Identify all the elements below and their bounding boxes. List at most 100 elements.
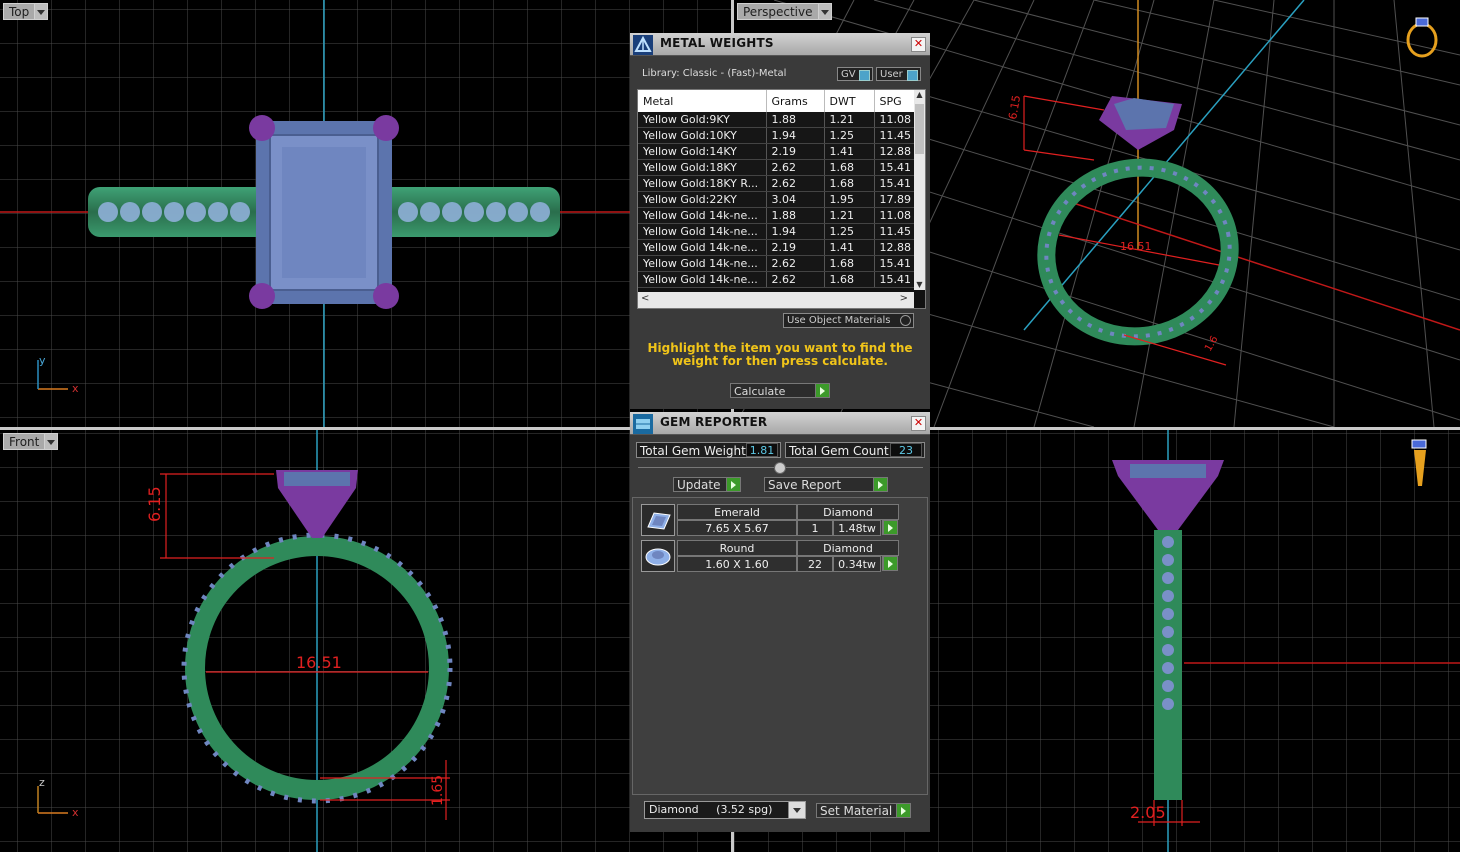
close-icon[interactable]: ✕ [911, 37, 926, 52]
grams-cell: 2.62 [766, 175, 825, 192]
metal-row[interactable]: Yellow Gold:18KY 2.62 1.68 15.41 [638, 159, 915, 176]
chevron-down-icon[interactable] [35, 3, 49, 20]
gem-reporter-icon [633, 414, 653, 434]
gv-toggle[interactable]: GV [837, 67, 873, 81]
gem-list: Emerald Diamond 7.65 X 5.67 1 1.48tw Rou… [632, 497, 928, 795]
chevron-down-icon[interactable] [788, 802, 805, 818]
ring-nav-icon[interactable] [1406, 17, 1438, 58]
calculate-label: Calculate [734, 385, 786, 398]
metal-table-container[interactable]: Metal Grams DWT SPG Yellow Gold:9KY 1.88 1… [637, 89, 926, 309]
column-header-dwt[interactable]: DWT [824, 90, 875, 112]
vertical-scrollbar[interactable]: ▲ ▼ [914, 90, 925, 290]
save-report-button[interactable]: Save Report [764, 477, 888, 492]
metal-row[interactable]: Yellow Gold:22KY 3.04 1.95 17.89 [638, 191, 915, 208]
toggle-switch-icon [859, 70, 870, 81]
toggle-switch-icon [907, 70, 918, 81]
spg-cell: 15.41 [874, 255, 915, 272]
metal-row[interactable]: Yellow Gold:14KY 2.19 1.41 12.88 [638, 143, 915, 160]
use-object-materials-label: Use Object Materials [787, 315, 891, 326]
grams-cell: 3.04 [766, 191, 825, 208]
user-toggle[interactable]: User [876, 67, 921, 81]
gem-count: 22 [797, 556, 833, 572]
update-button[interactable]: Update [673, 477, 741, 492]
metal-name-cell: Yellow Gold:18KY R... [638, 175, 767, 192]
material-select[interactable]: Diamond (3.52 spg) [644, 801, 806, 819]
scroll-down-icon[interactable]: ▼ [914, 280, 925, 289]
dwt-cell: 1.21 [824, 207, 875, 224]
dwt-cell: 1.95 [824, 191, 875, 208]
viewport-front[interactable]: 6.15 16.51 1.65 x z Front [0, 430, 731, 852]
scroll-right-icon[interactable]: > [900, 293, 908, 304]
spg-cell: 15.41 [874, 175, 915, 192]
metal-row[interactable]: Yellow Gold:18KY R... 2.62 1.68 15.41 [638, 175, 915, 192]
close-icon[interactable]: ✕ [911, 416, 926, 431]
column-header-spg[interactable]: SPG [874, 90, 915, 112]
chevron-down-icon[interactable] [45, 433, 59, 450]
scroll-thumb[interactable] [915, 104, 924, 154]
total-gem-weight-label: Total Gem Weight [640, 444, 746, 458]
dwt-cell: 1.68 [824, 255, 875, 272]
front-scene: 6.15 16.51 1.65 x z [0, 430, 731, 852]
calculate-button[interactable]: Calculate [730, 383, 830, 398]
front-dim-thickness: 1.65 [430, 775, 446, 806]
metal-name-cell: Yellow Gold:14KY [638, 143, 767, 160]
chevron-down-icon[interactable] [818, 3, 832, 20]
column-header-grams[interactable]: Grams [766, 90, 825, 112]
radio-icon [900, 315, 911, 326]
metal-weights-icon [633, 35, 653, 55]
gem-weight: 1.48tw [833, 520, 881, 536]
dwt-cell: 1.41 [824, 239, 875, 256]
spg-cell: 11.45 [874, 223, 915, 240]
save-report-label: Save Report [768, 478, 842, 492]
metal-name-cell: Yellow Gold 14k-ne... [638, 223, 767, 240]
splitter-grip-icon[interactable] [774, 462, 786, 474]
gem-go-button[interactable] [882, 556, 898, 571]
metal-name-cell: Yellow Gold 14k-ne... [638, 271, 767, 288]
scroll-up-icon[interactable]: ▲ [914, 90, 925, 99]
viewport-top[interactable]: x y Top [0, 0, 731, 427]
viewport-top-label: Top [3, 3, 36, 20]
metal-row[interactable]: Yellow Gold 14k-ne... 2.62 1.68 15.41 [638, 271, 915, 288]
gem-reporter-titlebar[interactable]: GEM REPORTER ✕ [630, 412, 930, 435]
total-gem-count-value: 23 [890, 443, 922, 457]
play-icon [873, 478, 887, 491]
play-icon [896, 804, 910, 817]
play-icon [726, 478, 740, 491]
metal-name-cell: Yellow Gold:18KY [638, 159, 767, 176]
metal-row[interactable]: Yellow Gold 14k-ne... 2.19 1.41 12.88 [638, 239, 915, 256]
viewport-perspective-menu[interactable]: Perspective [737, 3, 832, 20]
scroll-left-icon[interactable]: < [641, 293, 649, 304]
dwt-cell: 1.41 [824, 143, 875, 160]
grams-cell: 2.19 [766, 143, 825, 160]
gem-row[interactable]: Round Diamond 1.60 X 1.60 22 0.34tw [641, 540, 901, 572]
dwt-cell: 1.68 [824, 159, 875, 176]
material-select-value: Diamond (3.52 spg) [649, 803, 773, 816]
gem-weight: 0.34tw [833, 556, 881, 572]
horizontal-scrollbar[interactable]: < > [638, 292, 914, 308]
user-toggle-label: User [880, 69, 903, 80]
metal-name-cell: Yellow Gold:22KY [638, 191, 767, 208]
gem-row[interactable]: Emerald Diamond 7.65 X 5.67 1 1.48tw [641, 504, 901, 536]
viewport-top-menu[interactable]: Top [3, 3, 49, 20]
metal-row[interactable]: Yellow Gold:9KY 1.88 1.21 11.08 [638, 112, 915, 128]
metal-weights-titlebar[interactable]: METAL WEIGHTS ✕ [630, 33, 930, 56]
dwt-cell: 1.25 [824, 223, 875, 240]
metal-name-cell: Yellow Gold 14k-ne... [638, 207, 767, 224]
metal-name-cell: Yellow Gold 14k-ne... [638, 239, 767, 256]
set-material-label: Set Material [820, 804, 893, 818]
metal-row[interactable]: Yellow Gold 14k-ne... 1.88 1.21 11.08 [638, 207, 915, 224]
right-dim-width: 2.05 [1130, 803, 1166, 822]
set-material-button[interactable]: Set Material [816, 803, 911, 818]
perspective-dim-thickness: 1.6 [1203, 334, 1220, 353]
use-object-materials-toggle[interactable]: Use Object Materials [783, 313, 914, 328]
gem-size: 1.60 X 1.60 [677, 556, 797, 572]
grams-cell: 2.19 [766, 239, 825, 256]
emerald-cut-icon [641, 504, 675, 536]
metal-weights-title: METAL WEIGHTS [660, 36, 774, 50]
metal-row[interactable]: Yellow Gold 14k-ne... 1.94 1.25 11.45 [638, 223, 915, 240]
gem-go-button[interactable] [882, 520, 898, 535]
metal-row[interactable]: Yellow Gold 14k-ne... 2.62 1.68 15.41 [638, 255, 915, 272]
metal-row[interactable]: Yellow Gold:10KY 1.94 1.25 11.45 [638, 127, 915, 144]
column-header-metal[interactable]: Metal [638, 90, 767, 112]
viewport-front-menu[interactable]: Front [3, 433, 59, 450]
